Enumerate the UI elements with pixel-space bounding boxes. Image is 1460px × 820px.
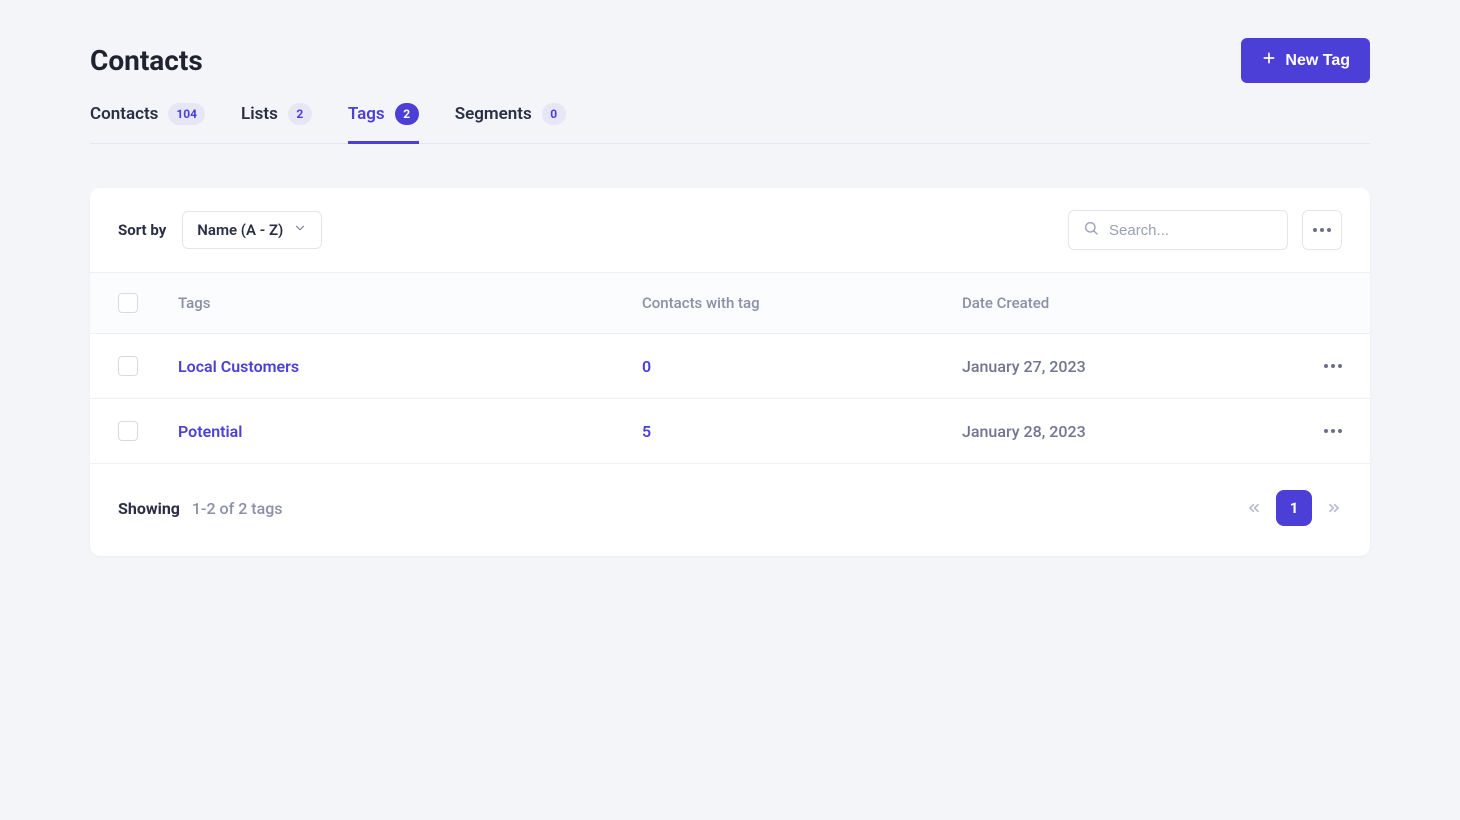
showing-text: Showing 1-2 of 2 tags — [118, 499, 283, 518]
more-options-button[interactable] — [1302, 210, 1342, 250]
table-row: Potential 5 January 28, 2023 — [90, 399, 1370, 464]
ellipsis-icon — [1324, 429, 1342, 433]
showing-label: Showing — [118, 499, 180, 518]
row-checkbox[interactable] — [118, 356, 138, 376]
table-row: Local Customers 0 January 27, 2023 — [90, 334, 1370, 399]
column-header-tags: Tags — [178, 294, 642, 312]
pagination: 1 — [1246, 490, 1342, 526]
tag-contact-count: 5 — [642, 422, 962, 441]
tag-contact-count: 0 — [642, 357, 962, 376]
chevron-down-icon — [293, 221, 307, 239]
ellipsis-icon — [1313, 228, 1331, 232]
tab-label: Lists — [241, 104, 278, 124]
tab-label: Tags — [348, 104, 385, 124]
tab-tags[interactable]: Tags 2 — [348, 91, 419, 144]
column-header-date: Date Created — [962, 294, 1282, 312]
row-checkbox[interactable] — [118, 421, 138, 441]
showing-range: 1-2 of 2 tags — [192, 499, 283, 518]
page-title: Contacts — [90, 44, 203, 77]
tab-count-badge: 104 — [168, 103, 205, 125]
tab-lists[interactable]: Lists 2 — [241, 91, 312, 144]
tab-segments[interactable]: Segments 0 — [455, 91, 566, 144]
search-input[interactable] — [1109, 222, 1273, 239]
tab-count-badge: 2 — [395, 103, 419, 125]
tab-label: Contacts — [90, 104, 158, 124]
tag-name-link[interactable]: Local Customers — [178, 357, 299, 376]
ellipsis-icon — [1324, 364, 1342, 368]
tab-count-badge: 2 — [288, 103, 312, 125]
tags-card: Sort by Name (A - Z) — [90, 188, 1370, 556]
tag-name-link[interactable]: Potential — [178, 422, 242, 441]
tag-date-created: January 28, 2023 — [962, 422, 1282, 441]
tab-label: Segments — [455, 104, 532, 124]
column-header-contacts: Contacts with tag — [642, 293, 782, 313]
table-header: Tags Contacts with tag Date Created — [90, 273, 1370, 334]
sort-selected-value: Name (A - Z) — [197, 221, 283, 239]
pagination-page-current[interactable]: 1 — [1276, 490, 1312, 526]
tab-contacts[interactable]: Contacts 104 — [90, 91, 205, 144]
row-actions-button[interactable] — [1282, 364, 1342, 368]
tag-date-created: January 27, 2023 — [962, 357, 1282, 376]
search-box[interactable] — [1068, 210, 1288, 250]
new-tag-button[interactable]: New Tag — [1241, 38, 1370, 83]
sort-by-label: Sort by — [118, 221, 166, 239]
new-tag-button-label: New Tag — [1285, 52, 1350, 70]
sort-dropdown[interactable]: Name (A - Z) — [182, 211, 322, 249]
plus-icon — [1261, 50, 1277, 71]
pagination-first[interactable] — [1246, 500, 1262, 516]
tab-count-badge: 0 — [542, 103, 566, 125]
search-icon — [1083, 220, 1099, 240]
tabs: Contacts 104 Lists 2 Tags 2 Segments 0 — [90, 91, 1370, 144]
row-actions-button[interactable] — [1282, 429, 1342, 433]
select-all-checkbox[interactable] — [118, 293, 138, 313]
pagination-last[interactable] — [1326, 500, 1342, 516]
